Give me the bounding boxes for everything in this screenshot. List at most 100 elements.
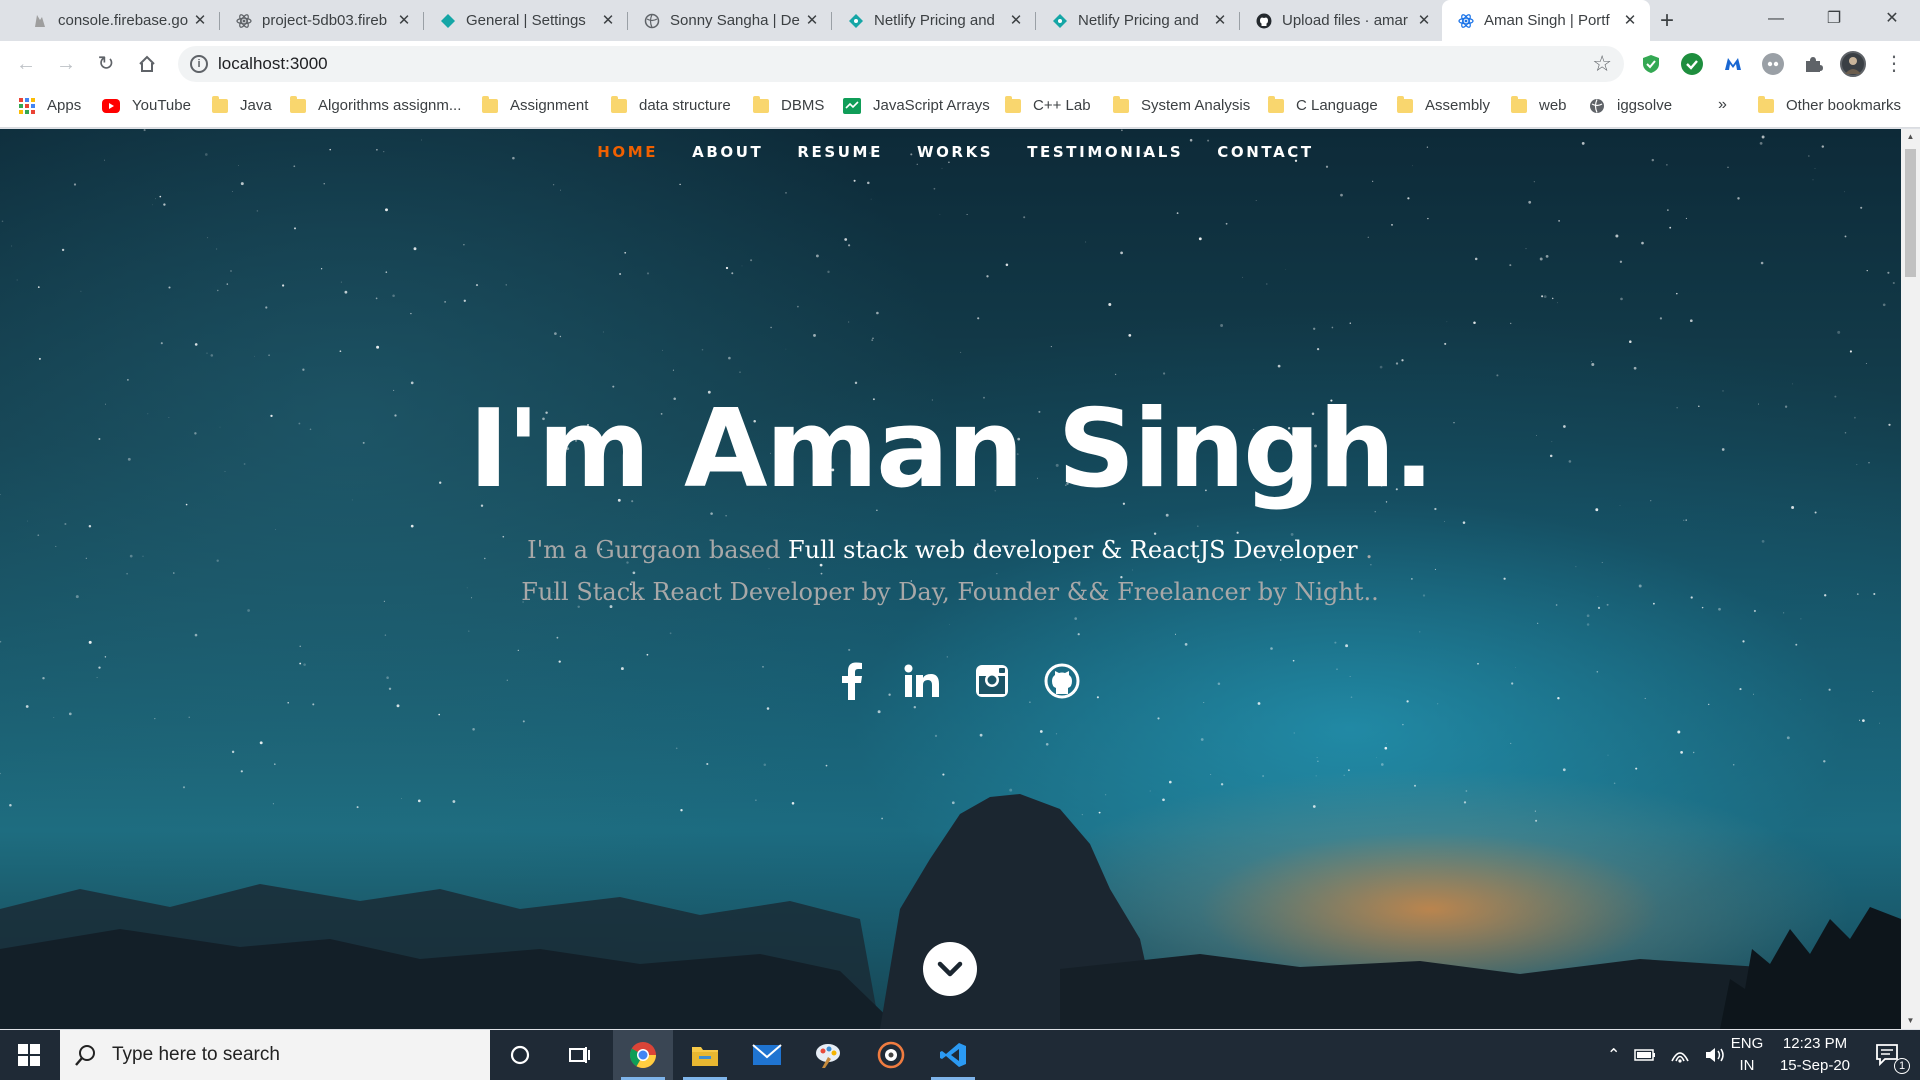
tab-sonny-sangha[interactable]: Sonny Sangha | De ✕ (628, 0, 832, 41)
close-icon[interactable]: ✕ (600, 12, 616, 29)
close-window-button[interactable]: ✕ (1864, 0, 1920, 38)
back-button[interactable]: ← (12, 50, 40, 78)
wifi-icon[interactable] (1670, 1047, 1690, 1063)
taskbar-search[interactable]: Type here to search (60, 1030, 490, 1080)
mail-icon[interactable] (737, 1030, 797, 1080)
close-icon[interactable]: ✕ (1416, 12, 1432, 29)
page-scrollbar[interactable]: ▲ ▼ (1901, 129, 1920, 1029)
bookmarks-overflow-button[interactable]: » (1718, 96, 1727, 114)
task-view-icon[interactable] (550, 1030, 610, 1080)
tab-title: Upload files · amar (1282, 12, 1408, 29)
bookmark-data-structure[interactable]: data structure (611, 95, 731, 114)
tab-project-firebase[interactable]: project-5db03.fireb ✕ (220, 0, 424, 41)
address-bar[interactable]: i localhost:3000 ☆ (178, 46, 1624, 82)
battery-icon[interactable] (1634, 1048, 1656, 1062)
restore-button[interactable]: ❐ (1806, 0, 1862, 38)
volume-icon[interactable] (1704, 1047, 1726, 1063)
bookmark-other-bookmarks[interactable]: Other bookmarks (1758, 95, 1901, 114)
bookmark-star-icon[interactable]: ☆ (1592, 51, 1612, 77)
folder-icon (212, 95, 228, 113)
action-center-button[interactable]: 1 (1858, 1030, 1918, 1080)
input-language-indicator[interactable]: ENG IN (1727, 1033, 1767, 1077)
bookmark-c-language[interactable]: C Language (1268, 95, 1378, 114)
github-icon (1256, 13, 1272, 28)
tab-title: Netlify Pricing and (1078, 12, 1199, 29)
bookmark-algorithms[interactable]: Algorithms assignm... (290, 95, 461, 114)
start-button[interactable] (0, 1030, 58, 1080)
scroll-up-arrow[interactable]: ▲ (1901, 129, 1920, 145)
bookmark-cpp-lab[interactable]: C++ Lab (1005, 95, 1091, 114)
github-icon[interactable] (1044, 661, 1080, 701)
bookmark-label: web (1539, 97, 1567, 114)
close-icon[interactable]: ✕ (1008, 12, 1024, 29)
firebase-icon (35, 14, 45, 27)
scroll-down-button[interactable] (923, 942, 977, 996)
scroll-down-arrow[interactable]: ▼ (1901, 1013, 1920, 1029)
scrollbar-thumb[interactable] (1905, 149, 1916, 277)
tab-title: Sonny Sangha | De (670, 12, 800, 29)
system-tray: ⌃ (1607, 1030, 1726, 1080)
file-explorer-icon[interactable] (675, 1030, 735, 1080)
nav-home[interactable]: HOME (597, 143, 658, 161)
bookmark-label: data structure (639, 97, 731, 114)
bookmark-label: YouTube (132, 97, 191, 114)
clock[interactable]: 12:23 PM 15-Sep-20 (1770, 1033, 1860, 1077)
show-hidden-icons-chevron-icon[interactable]: ⌃ (1607, 1045, 1620, 1065)
nav-contact[interactable]: CONTACT (1217, 143, 1313, 161)
bookmark-youtube[interactable]: YouTube (102, 97, 191, 114)
sheet-icon (843, 97, 861, 114)
bookmark-web[interactable]: web (1511, 95, 1567, 114)
folder-icon (753, 95, 769, 113)
tab-title: General | Settings (466, 12, 586, 29)
shield-extension-icon[interactable] (1640, 53, 1662, 75)
nav-resume[interactable]: RESUME (797, 143, 883, 161)
linkedin-icon[interactable] (904, 661, 940, 701)
tab-github-upload[interactable]: Upload files · amar ✕ (1240, 0, 1444, 41)
reload-button[interactable]: ↻ (92, 50, 120, 78)
media-player-icon[interactable] (861, 1030, 921, 1080)
address-url[interactable]: localhost:3000 (218, 54, 328, 74)
region-code: IN (1739, 1057, 1755, 1074)
cortana-icon[interactable] (490, 1030, 550, 1080)
paint-icon[interactable] (799, 1030, 859, 1080)
info-icon[interactable]: i (190, 55, 208, 73)
nav-about[interactable]: ABOUT (692, 143, 763, 161)
bookmark-system-analysis[interactable]: System Analysis (1113, 95, 1250, 114)
bookmark-dbms[interactable]: DBMS (753, 95, 824, 114)
vscode-icon[interactable] (923, 1030, 983, 1080)
bookmark-apps[interactable]: Apps (19, 97, 81, 114)
bookmark-java[interactable]: Java (212, 95, 272, 114)
search-placeholder: Type here to search (112, 1044, 280, 1065)
menu-kebab-icon[interactable]: ⋮ (1880, 50, 1908, 78)
facebook-icon[interactable] (834, 661, 870, 701)
tab-netlify-pricing-2[interactable]: Netlify Pricing and ✕ (1036, 0, 1240, 41)
home-button[interactable] (133, 50, 161, 78)
grammarly-extension-icon[interactable] (1681, 53, 1703, 75)
instagram-icon[interactable] (974, 661, 1010, 701)
tab-firebase[interactable]: console.firebase.go ✕ (16, 0, 220, 41)
malwarebytes-extension-icon[interactable] (1722, 53, 1744, 75)
extensions-puzzle-icon[interactable] (1802, 53, 1824, 75)
bookmark-label: Java (240, 97, 272, 114)
close-icon[interactable]: ✕ (1622, 12, 1638, 29)
minimize-button[interactable]: — (1748, 0, 1804, 38)
nav-works[interactable]: WORKS (917, 143, 993, 161)
close-icon[interactable]: ✕ (396, 12, 412, 29)
tab-netlify-pricing[interactable]: Netlify Pricing and ✕ (832, 0, 1036, 41)
profile-avatar[interactable] (1840, 51, 1866, 77)
mask-extension-icon[interactable] (1762, 53, 1784, 75)
home-icon (139, 55, 155, 72)
bookmark-assembly[interactable]: Assembly (1397, 95, 1490, 114)
forward-button[interactable]: → (52, 50, 80, 78)
chrome-icon[interactable] (613, 1030, 673, 1080)
nav-testimonials[interactable]: TESTIMONIALS (1027, 143, 1183, 161)
close-icon[interactable]: ✕ (192, 12, 208, 29)
tab-netlify-settings[interactable]: General | Settings ✕ (424, 0, 628, 41)
bookmark-iggsolve[interactable]: iggsolve (1589, 97, 1672, 114)
bookmark-javascript-arrays[interactable]: JavaScript Arrays (843, 97, 990, 114)
bookmark-assignment[interactable]: Assignment (482, 95, 588, 114)
close-icon[interactable]: ✕ (1212, 12, 1228, 29)
new-tab-button[interactable]: + (1654, 8, 1680, 34)
tab-aman-singh-portfolio[interactable]: Aman Singh | Portf ✕ (1442, 0, 1650, 41)
close-icon[interactable]: ✕ (804, 12, 820, 29)
